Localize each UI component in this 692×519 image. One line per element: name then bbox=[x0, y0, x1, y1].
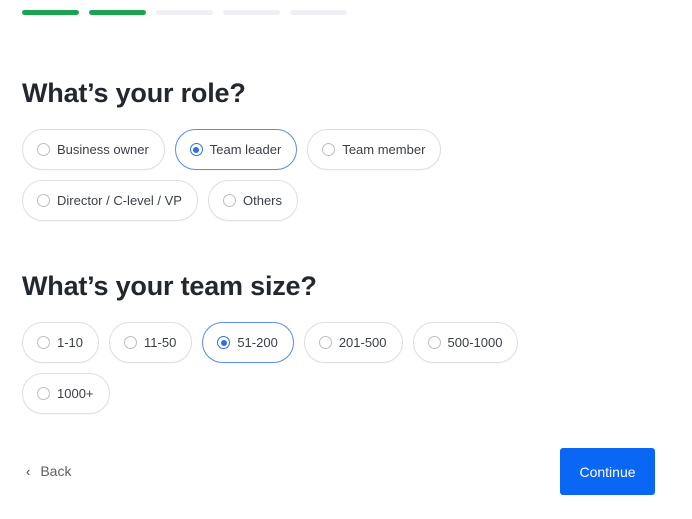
option-label: 1000+ bbox=[57, 386, 94, 401]
option-label: Others bbox=[242, 193, 282, 208]
option-label: 201-500 bbox=[338, 335, 387, 350]
radio-button-icon[interactable] bbox=[217, 336, 231, 349]
radio-button-icon[interactable] bbox=[124, 336, 138, 349]
option-label: 11-50 bbox=[144, 335, 177, 350]
option-label: 51-200 bbox=[237, 335, 278, 350]
radio-button-icon[interactable] bbox=[37, 194, 50, 207]
radio-button-icon[interactable] bbox=[222, 194, 236, 207]
back-button[interactable]: ‹ Back bbox=[26, 463, 71, 479]
option-label: Team member bbox=[342, 142, 426, 157]
team-size-option-11-50[interactable]: 11-50 bbox=[109, 322, 193, 363]
progress-step bbox=[223, 10, 280, 15]
role-option-team-leader[interactable]: Team leader bbox=[174, 129, 298, 170]
option-label: Team leader bbox=[209, 142, 282, 157]
role-option-others[interactable]: Others bbox=[207, 180, 298, 221]
team-size-option-1000-plus[interactable]: 1000+ bbox=[22, 373, 110, 414]
team-size-option-500-1000[interactable]: 500-1000 bbox=[412, 322, 519, 363]
radio-button-icon[interactable] bbox=[37, 387, 50, 400]
team-size-question-title: What’s your team size? bbox=[22, 271, 317, 301]
option-label: 1-10 bbox=[57, 335, 84, 350]
role-option-director[interactable]: Director / C-level / VP bbox=[22, 180, 198, 221]
progress-step bbox=[290, 10, 347, 15]
role-options-group: Business owner Team leader Team member D… bbox=[22, 129, 522, 221]
back-label: Back bbox=[40, 463, 72, 479]
radio-button-icon[interactable] bbox=[427, 336, 441, 349]
onboarding-page: What’s your role? Business owner Team le… bbox=[0, 0, 692, 519]
role-option-team-member[interactable]: Team member bbox=[307, 129, 442, 170]
continue-button[interactable]: Continue bbox=[560, 448, 655, 495]
progress-step bbox=[22, 10, 79, 15]
radio-button-icon[interactable] bbox=[37, 143, 50, 156]
team-size-options-group: 1-10 11-50 51-200 201-500 500-1000 1000+ bbox=[22, 322, 582, 414]
option-label: Director / C-level / VP bbox=[57, 193, 182, 208]
role-option-business-owner[interactable]: Business owner bbox=[22, 129, 165, 170]
option-label: Business owner bbox=[57, 142, 149, 157]
chevron-left-icon: ‹ bbox=[26, 463, 31, 479]
role-question-title: What’s your role? bbox=[22, 78, 246, 108]
radio-button-icon[interactable] bbox=[318, 336, 332, 349]
radio-button-icon[interactable] bbox=[189, 143, 203, 156]
option-label: 500-1000 bbox=[447, 335, 503, 350]
team-size-option-1-10[interactable]: 1-10 bbox=[22, 322, 100, 363]
progress-bar bbox=[22, 10, 347, 15]
team-size-option-201-500[interactable]: 201-500 bbox=[303, 322, 403, 363]
radio-button-icon[interactable] bbox=[37, 336, 50, 349]
progress-step bbox=[156, 10, 213, 15]
progress-step bbox=[89, 10, 146, 15]
team-size-option-51-200[interactable]: 51-200 bbox=[202, 322, 294, 363]
radio-button-icon[interactable] bbox=[322, 143, 336, 156]
